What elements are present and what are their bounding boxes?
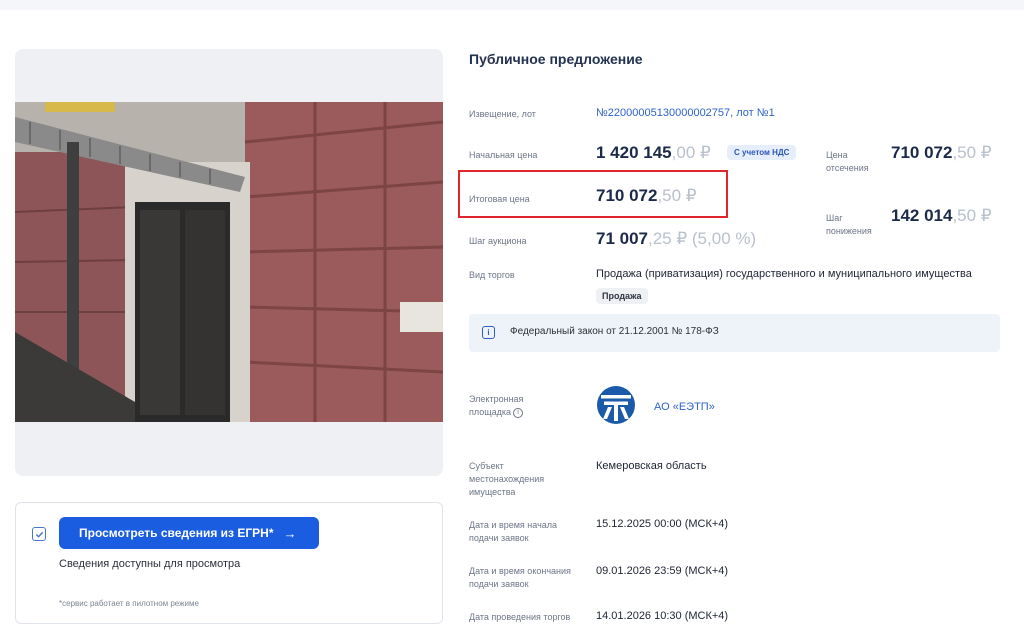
auction-step-frac: ,25 ₽ (5,00 %) bbox=[648, 229, 757, 248]
view-egrn-button[interactable]: Просмотреть сведения из ЕГРН* → bbox=[59, 517, 319, 549]
final-price-frac: ,50 ₽ bbox=[657, 186, 697, 205]
start-price: 1 420 145,00 ₽ bbox=[596, 143, 711, 163]
sale-badge: Продажа bbox=[596, 288, 648, 304]
final-price: 710 072,50 ₽ bbox=[596, 186, 697, 206]
trade-type-value: Продажа (приватизация) государственного … bbox=[596, 268, 972, 280]
platform-label: Электронная площадка i bbox=[469, 393, 544, 419]
info-icon: i bbox=[482, 326, 495, 339]
region-label: Субъект местонахождения имущества bbox=[469, 461, 545, 497]
trade-type-label: Вид торгов bbox=[469, 270, 515, 280]
apps-start-value: 15.12.2025 00:00 (МСК+4) bbox=[596, 518, 729, 530]
final-price-main: 710 072 bbox=[596, 186, 658, 205]
apps-end-value: 09.01.2026 23:59 (МСК+4) bbox=[596, 565, 729, 577]
cutoff-price: 710 072,50 ₽ bbox=[891, 143, 992, 163]
auction-step-label: Шаг аукциона bbox=[469, 236, 527, 246]
egrn-card: Просмотреть сведения из ЕГРН* → Сведения… bbox=[15, 502, 443, 624]
question-icon[interactable]: i bbox=[513, 407, 524, 418]
decrease-step: 142 014,50 ₽ bbox=[891, 206, 992, 226]
arrow-right-icon: → bbox=[283, 525, 297, 541]
law-text: Федеральный закон от 21.12.2001 № 178-ФЗ bbox=[510, 326, 719, 337]
view-egrn-button-label: Просмотреть сведения из ЕГРН* bbox=[79, 526, 274, 540]
law-info-bar: i Федеральный закон от 21.12.2001 № 178-… bbox=[469, 314, 1000, 352]
platform-link[interactable]: АО «ЕЭТП» bbox=[654, 401, 715, 413]
auction-step: 71 007,25 ₽ (5,00 %) bbox=[596, 229, 756, 249]
cutoff-price-frac: ,50 ₽ bbox=[952, 143, 992, 162]
auction-date-label: Дата проведения торгов bbox=[469, 612, 571, 622]
vat-badge: С учетом НДС bbox=[727, 145, 797, 160]
region-value: Кемеровская область bbox=[596, 460, 707, 472]
photo-card bbox=[15, 49, 443, 476]
egrn-note: *сервис работает в пилотном режиме bbox=[59, 599, 199, 608]
apps-end-label: Дата и время окончания подачи заявок bbox=[469, 566, 571, 589]
start-price-label: Начальная цена bbox=[469, 150, 538, 160]
cutoff-price-label: Цена отсечения bbox=[826, 150, 869, 173]
page-title: Публичное предложение bbox=[469, 51, 643, 67]
decrease-step-label: Шаг понижения bbox=[826, 213, 872, 236]
start-price-frac: ,00 ₽ bbox=[671, 143, 711, 162]
notice-label: Извещение, лот bbox=[469, 109, 536, 119]
egrn-status: Сведения доступны для просмотра bbox=[59, 558, 241, 570]
decrease-step-frac: ,50 ₽ bbox=[952, 206, 992, 225]
top-strip bbox=[0, 0, 1024, 10]
notice-link[interactable]: №22000005130000002757, лот №1 bbox=[596, 107, 775, 119]
shield-check-icon bbox=[32, 527, 46, 541]
apps-start-label: Дата и время начала подачи заявок bbox=[469, 520, 558, 543]
start-price-main: 1 420 145 bbox=[596, 143, 672, 162]
eetp-logo bbox=[597, 386, 635, 424]
auction-date-value: 14.01.2026 10:30 (МСК+4) bbox=[596, 610, 729, 622]
cutoff-price-main: 710 072 bbox=[891, 143, 953, 162]
final-price-label: Итоговая цена bbox=[469, 194, 530, 204]
auction-step-main: 71 007 bbox=[596, 229, 648, 248]
decrease-step-main: 142 014 bbox=[891, 206, 953, 225]
property-photo[interactable] bbox=[15, 102, 443, 422]
